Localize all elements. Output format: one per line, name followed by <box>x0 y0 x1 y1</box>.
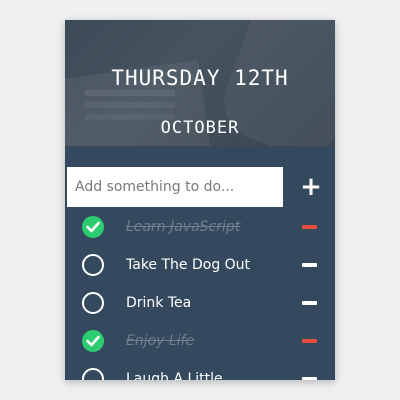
todo-text: Enjoy Life <box>126 333 195 349</box>
add-todo-row: + <box>65 167 335 207</box>
todo-checkbox[interactable] <box>82 330 104 352</box>
remove-button[interactable] <box>302 263 317 267</box>
remove-button[interactable] <box>302 339 317 343</box>
add-todo-input[interactable] <box>67 167 283 207</box>
todo-checkbox[interactable] <box>82 292 104 314</box>
check-icon <box>86 335 100 347</box>
day-title: THURSDAY 12TH <box>111 66 289 90</box>
todo-text: Take The Dog Out <box>126 257 251 273</box>
todo-text: Laugh A Little <box>126 371 223 380</box>
add-button[interactable]: + <box>295 171 327 203</box>
date-header: THURSDAY 12TH OCTOBER <box>65 20 335 146</box>
todo-card: THURSDAY 12TH OCTOBER + Learn JavaScript… <box>65 20 335 380</box>
plus-icon: + <box>300 172 322 202</box>
remove-button[interactable] <box>302 301 317 305</box>
todo-checkbox[interactable] <box>82 254 104 276</box>
todo-item: Learn JavaScript <box>65 208 335 246</box>
todo-checkbox[interactable] <box>82 216 104 238</box>
todo-text: Learn JavaScript <box>126 219 241 235</box>
todo-text: Drink Tea <box>126 295 192 311</box>
check-icon <box>86 221 100 233</box>
todo-item: Take The Dog Out <box>65 246 335 284</box>
todo-list: Learn JavaScript Take The Dog Out Drink … <box>65 208 335 380</box>
remove-button[interactable] <box>302 225 317 229</box>
todo-item: Laugh A Little <box>65 360 335 380</box>
todo-checkbox[interactable] <box>82 368 104 380</box>
todo-item: Drink Tea <box>65 284 335 322</box>
month-title: OCTOBER <box>160 118 240 138</box>
todo-item: Enjoy Life <box>65 322 335 360</box>
remove-button[interactable] <box>302 377 317 380</box>
